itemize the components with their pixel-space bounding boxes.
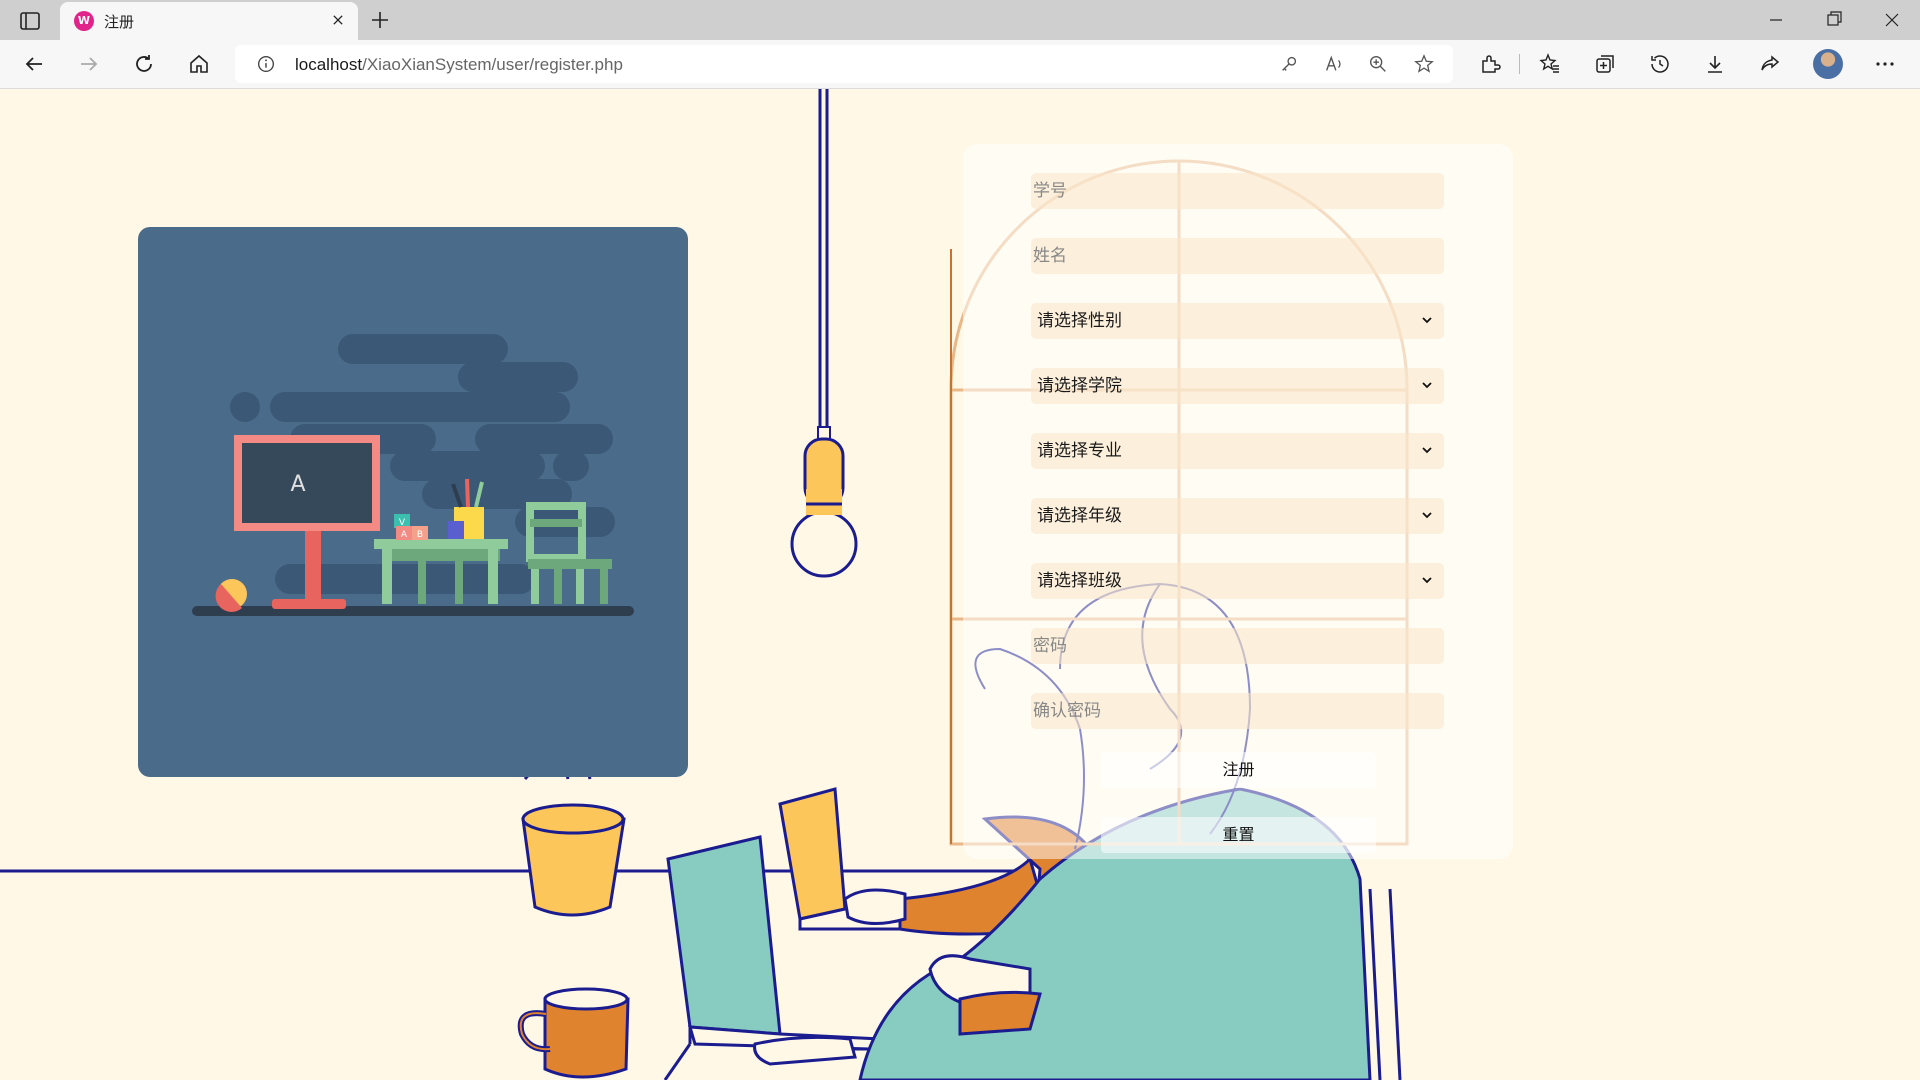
extensions-icon[interactable]	[1478, 52, 1502, 76]
tab-actions-icon[interactable]	[18, 9, 40, 31]
chevron-down-icon	[1422, 317, 1432, 324]
zoom-icon[interactable]	[1367, 53, 1389, 75]
favorites-icon[interactable]	[1538, 52, 1562, 76]
college-select[interactable]: 请选择学院	[1031, 368, 1444, 404]
address-bar[interactable]: localhost/XiaoXianSystem/user/register.p…	[235, 45, 1453, 83]
url-text[interactable]: localhost/XiaoXianSystem/user/register.p…	[295, 55, 623, 75]
class-select-value: 请选择班级	[1037, 571, 1122, 591]
site-info-icon[interactable]	[255, 53, 277, 75]
chevron-down-icon	[1422, 512, 1432, 519]
add-favorite-icon[interactable]	[1413, 53, 1435, 75]
minimize-icon[interactable]	[1756, 6, 1796, 34]
url-host: localhost	[295, 55, 363, 74]
refresh-icon[interactable]	[132, 52, 156, 76]
gender-select-value: 请选择性别	[1037, 311, 1122, 331]
register-button[interactable]: 注册	[1101, 752, 1376, 788]
reset-button[interactable]: 重置	[1101, 817, 1376, 853]
tab-bar: W 注册	[0, 0, 1920, 40]
chevron-down-icon	[1422, 382, 1432, 389]
major-select[interactable]: 请选择专业	[1031, 433, 1444, 469]
restore-icon[interactable]	[1814, 6, 1854, 34]
forward-arrow-icon[interactable]	[77, 52, 101, 76]
close-tab-icon[interactable]	[328, 10, 348, 30]
major-select-value: 请选择专业	[1037, 441, 1122, 461]
register-page: A V A B 学号 姓名 请选择性别 请选择学院 请选择专业 请选择年级 请选…	[0, 89, 1920, 1080]
password-input[interactable]: 密码	[1031, 628, 1444, 664]
history-icon[interactable]	[1648, 52, 1672, 76]
collections-icon[interactable]	[1593, 52, 1617, 76]
back-arrow-icon[interactable]	[22, 52, 46, 76]
more-options-icon[interactable]	[1873, 52, 1897, 76]
read-aloud-icon[interactable]	[1323, 53, 1345, 75]
grade-select[interactable]: 请选择年级	[1031, 498, 1444, 534]
student-id-input[interactable]: 学号	[1031, 173, 1444, 209]
block-letter-b: B	[417, 530, 423, 540]
site-favicon-icon: W	[74, 11, 94, 31]
block-letter-v: V	[399, 518, 406, 528]
share-icon[interactable]	[1758, 52, 1782, 76]
chevron-down-icon	[1422, 577, 1432, 584]
active-tab[interactable]: W 注册	[60, 2, 358, 40]
class-select[interactable]: 请选择班级	[1031, 563, 1444, 599]
new-tab-icon[interactable]	[368, 8, 392, 32]
browser-toolbar: localhost/XiaoXianSystem/user/register.p…	[0, 40, 1920, 89]
gender-select[interactable]: 请选择性别	[1031, 303, 1444, 339]
tab-title: 注册	[104, 13, 135, 31]
background-illustration: A V A B	[0, 89, 1409, 1080]
profile-avatar[interactable]	[1813, 49, 1843, 79]
grade-select-value: 请选择年级	[1037, 506, 1122, 526]
block-letter-a: A	[401, 530, 408, 540]
register-form: 学号 姓名 请选择性别 请选择学院 请选择专业 请选择年级 请选择班级 密码 确…	[963, 144, 1513, 859]
url-path: /XiaoXianSystem/user/register.php	[362, 55, 623, 74]
confirm-password-input[interactable]: 确认密码	[1031, 693, 1444, 729]
downloads-icon[interactable]	[1703, 52, 1727, 76]
chevron-down-icon	[1422, 447, 1432, 454]
close-window-icon[interactable]	[1872, 6, 1912, 34]
home-icon[interactable]	[187, 52, 211, 76]
blackboard-letter: A	[290, 472, 305, 497]
college-select-value: 请选择学院	[1037, 376, 1122, 396]
key-icon[interactable]	[1278, 53, 1300, 75]
toolbar-divider	[1519, 54, 1520, 74]
name-input[interactable]: 姓名	[1031, 238, 1444, 274]
